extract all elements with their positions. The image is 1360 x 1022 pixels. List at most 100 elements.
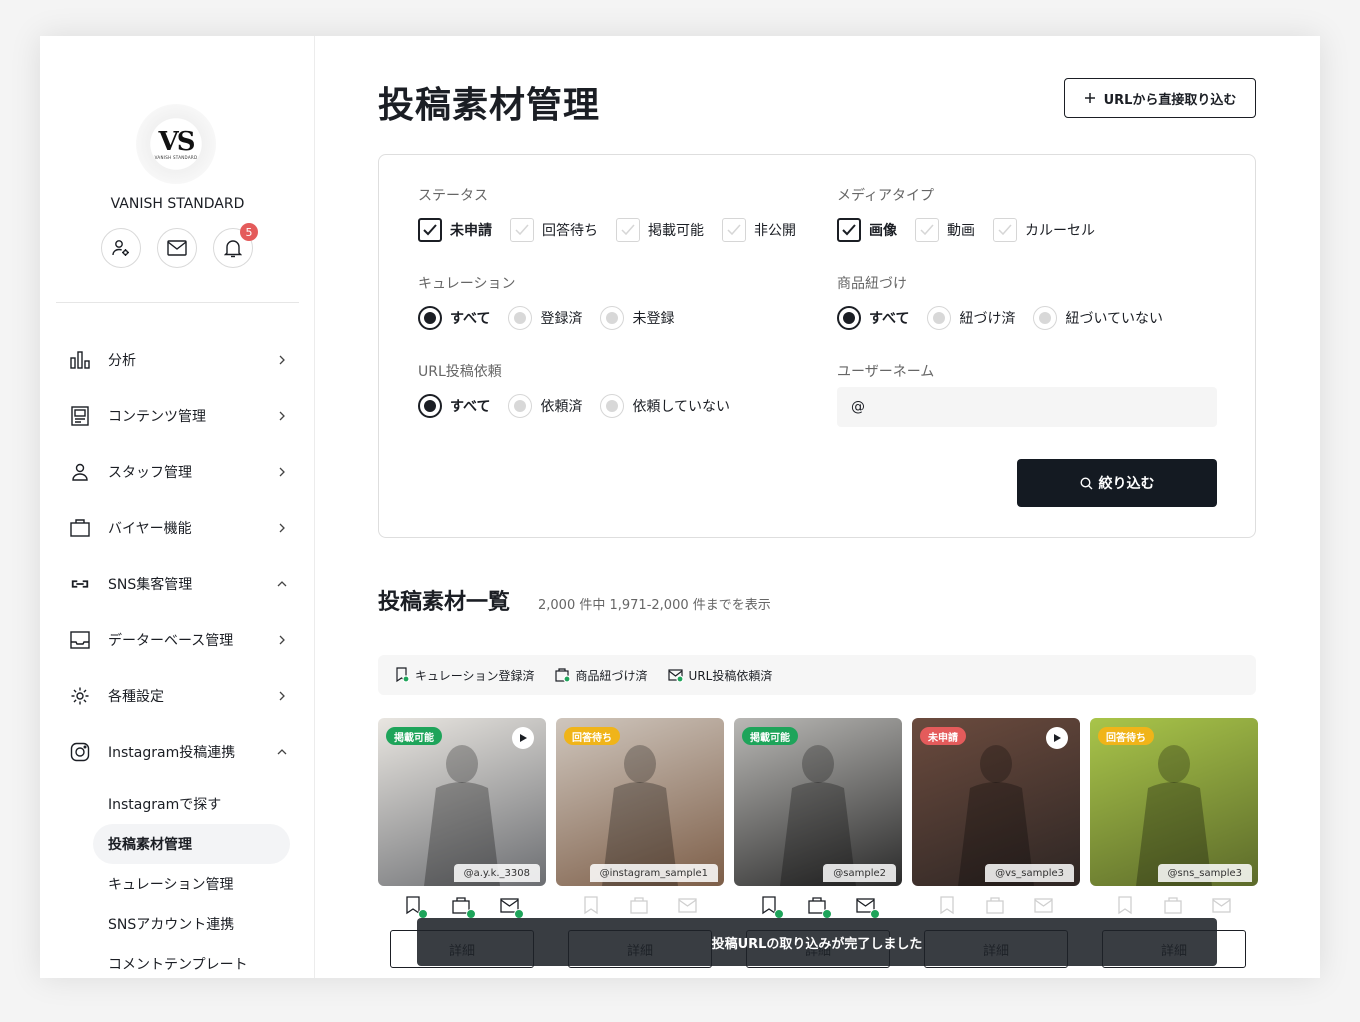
video-play-icon[interactable]	[512, 727, 534, 749]
legend-label: URL投稿依頼済	[688, 668, 773, 683]
product-link-filter-options: すべて 紐づけ済 紐づいていない	[837, 306, 1181, 330]
radio[interactable]	[600, 306, 625, 330]
sidebar-item-label: コンテンツ管理	[108, 409, 206, 425]
radio[interactable]	[508, 306, 533, 330]
brand-name: VANISH STANDARD	[110, 196, 245, 212]
radio-selected[interactable]	[837, 306, 861, 330]
material-thumbnail[interactable]: 回答待ち @instagram_sample1	[556, 718, 724, 886]
curation-filter-options: すべて 登録済 未登録	[418, 306, 692, 330]
bookmark-icon	[938, 896, 958, 916]
option-label: カルーセル	[1025, 223, 1095, 239]
checkbox[interactable]	[510, 218, 534, 242]
sidebar-subitem-comment-template[interactable]: コメントテンプレート	[40, 944, 315, 978]
check-icon	[842, 224, 856, 236]
radio[interactable]	[600, 394, 625, 418]
sidebar-item-settings[interactable]: 各種設定	[40, 668, 315, 724]
curation-option-all[interactable]: すべて	[418, 306, 490, 330]
legend-label: キュレーション登録済	[415, 668, 535, 683]
status-option-waiting[interactable]: 回答待ち	[510, 218, 598, 242]
sidebar-item-sns[interactable]: SNS集客管理	[40, 556, 315, 612]
content-icon	[71, 406, 89, 426]
status-option-publishable[interactable]: 掲載可能	[616, 218, 704, 242]
media-option-image[interactable]: 画像	[837, 218, 897, 242]
chevron-right-icon	[279, 467, 285, 477]
radio-selected[interactable]	[418, 306, 442, 330]
url-import-label: URLから直接取り込む	[1103, 92, 1237, 108]
logo-mark: VS	[158, 126, 196, 157]
url-request-option-all[interactable]: すべて	[418, 394, 490, 418]
bookmark-icon	[1116, 896, 1136, 916]
radio-selected[interactable]	[418, 394, 442, 418]
account-settings-button[interactable]	[101, 228, 141, 268]
checkbox-checked[interactable]	[837, 218, 861, 242]
messages-button[interactable]	[157, 228, 197, 268]
media-option-video[interactable]: 動画	[915, 218, 975, 242]
sidebar-subitem-post-materials[interactable]: 投稿素材管理	[93, 824, 290, 864]
chevron-right-icon	[279, 691, 285, 701]
checkbox[interactable]	[993, 218, 1017, 242]
mail-icon	[1034, 896, 1054, 916]
curation-option-registered[interactable]: 登録済	[508, 306, 582, 330]
checkbox[interactable]	[616, 218, 640, 242]
option-label: すべて	[450, 399, 491, 415]
media-option-carousel[interactable]: カルーセル	[993, 218, 1095, 242]
bag-icon	[986, 896, 1006, 916]
video-play-icon[interactable]	[1046, 727, 1068, 749]
product-link-filter-label: 商品紐づけ	[837, 276, 907, 292]
url-request-option-not-requested[interactable]: 依頼していない	[600, 394, 730, 418]
checkbox[interactable]	[915, 218, 939, 242]
card-status-icons	[912, 886, 1080, 922]
bag-icon	[630, 896, 650, 916]
notifications-button[interactable]: 5	[213, 223, 258, 268]
sidebar-item-content[interactable]: コンテンツ管理	[40, 388, 315, 444]
product-option-linked[interactable]: 紐づけ済	[927, 306, 1015, 330]
username-handle: @instagram_sample1	[589, 864, 718, 882]
material-thumbnail[interactable]: 未申請 @vs_sample3	[912, 718, 1080, 886]
option-label: 未申請	[450, 223, 492, 239]
radio[interactable]	[1033, 306, 1058, 330]
bar-chart-icon	[70, 351, 90, 369]
status-option-unapplied[interactable]: 未申請	[418, 218, 492, 242]
sidebar-item-instagram[interactable]: Instagram投稿連携	[40, 724, 315, 780]
material-thumbnail[interactable]: 掲載可能 @a.y.k._3308	[378, 718, 546, 886]
material-thumbnail[interactable]: 回答待ち @sns_sample3	[1090, 718, 1258, 886]
bell-icon	[224, 240, 242, 258]
product-option-unlinked[interactable]: 紐づいていない	[1033, 306, 1163, 330]
status-option-private[interactable]: 非公開	[722, 218, 796, 242]
sidebar-item-analytics[interactable]: 分析	[40, 332, 315, 388]
toast-notification: 投稿URLの取り込みが完了しました	[417, 918, 1217, 966]
sidebar-divider	[56, 302, 299, 303]
check-icon	[727, 224, 741, 236]
checkbox-checked[interactable]	[418, 218, 442, 242]
sidebar-subitem-curation[interactable]: キュレーション管理	[40, 864, 315, 904]
status-filter-options: 未申請 回答待ち 掲載可能 非公開	[418, 218, 814, 242]
url-import-button[interactable]: URLから直接取り込む	[1064, 78, 1256, 118]
bag-icon	[1164, 896, 1184, 916]
brand-logo[interactable]: VS VANISH STANDARD	[136, 104, 216, 184]
sidebar-item-buyer[interactable]: バイヤー機能	[40, 500, 315, 556]
legend-url: URL投稿依頼済	[667, 667, 773, 684]
filter-submit-button[interactable]: 絞り込む	[1017, 459, 1217, 507]
product-option-all[interactable]: すべて	[837, 306, 909, 330]
material-thumbnail[interactable]: 掲載可能 @sample2	[734, 718, 902, 886]
username-input[interactable]	[837, 387, 1217, 427]
sidebar-subitem-instagram-search[interactable]: Instagramで探す	[40, 784, 315, 824]
radio[interactable]	[927, 306, 952, 330]
option-label: 依頼済	[540, 399, 583, 415]
sidebar-item-label: バイヤー機能	[108, 521, 192, 537]
sidebar-subitem-sns-account[interactable]: SNSアカウント連携	[40, 904, 315, 944]
chevron-right-icon	[279, 355, 285, 365]
search-icon	[1079, 476, 1092, 489]
url-request-option-requested[interactable]: 依頼済	[508, 394, 582, 418]
link-icon	[71, 580, 89, 588]
chevron-right-icon	[279, 523, 285, 533]
sidebar-item-database[interactable]: データーベース管理	[40, 612, 315, 668]
radio[interactable]	[508, 394, 533, 418]
option-label: 掲載可能	[648, 223, 704, 239]
curation-option-unregistered[interactable]: 未登録	[600, 306, 674, 330]
checkbox[interactable]	[722, 218, 746, 242]
bag-check-icon	[554, 668, 571, 683]
bookmark-icon	[582, 896, 602, 916]
page-title: 投稿素材管理	[378, 85, 601, 126]
sidebar-item-staff[interactable]: スタッフ管理	[40, 444, 315, 500]
